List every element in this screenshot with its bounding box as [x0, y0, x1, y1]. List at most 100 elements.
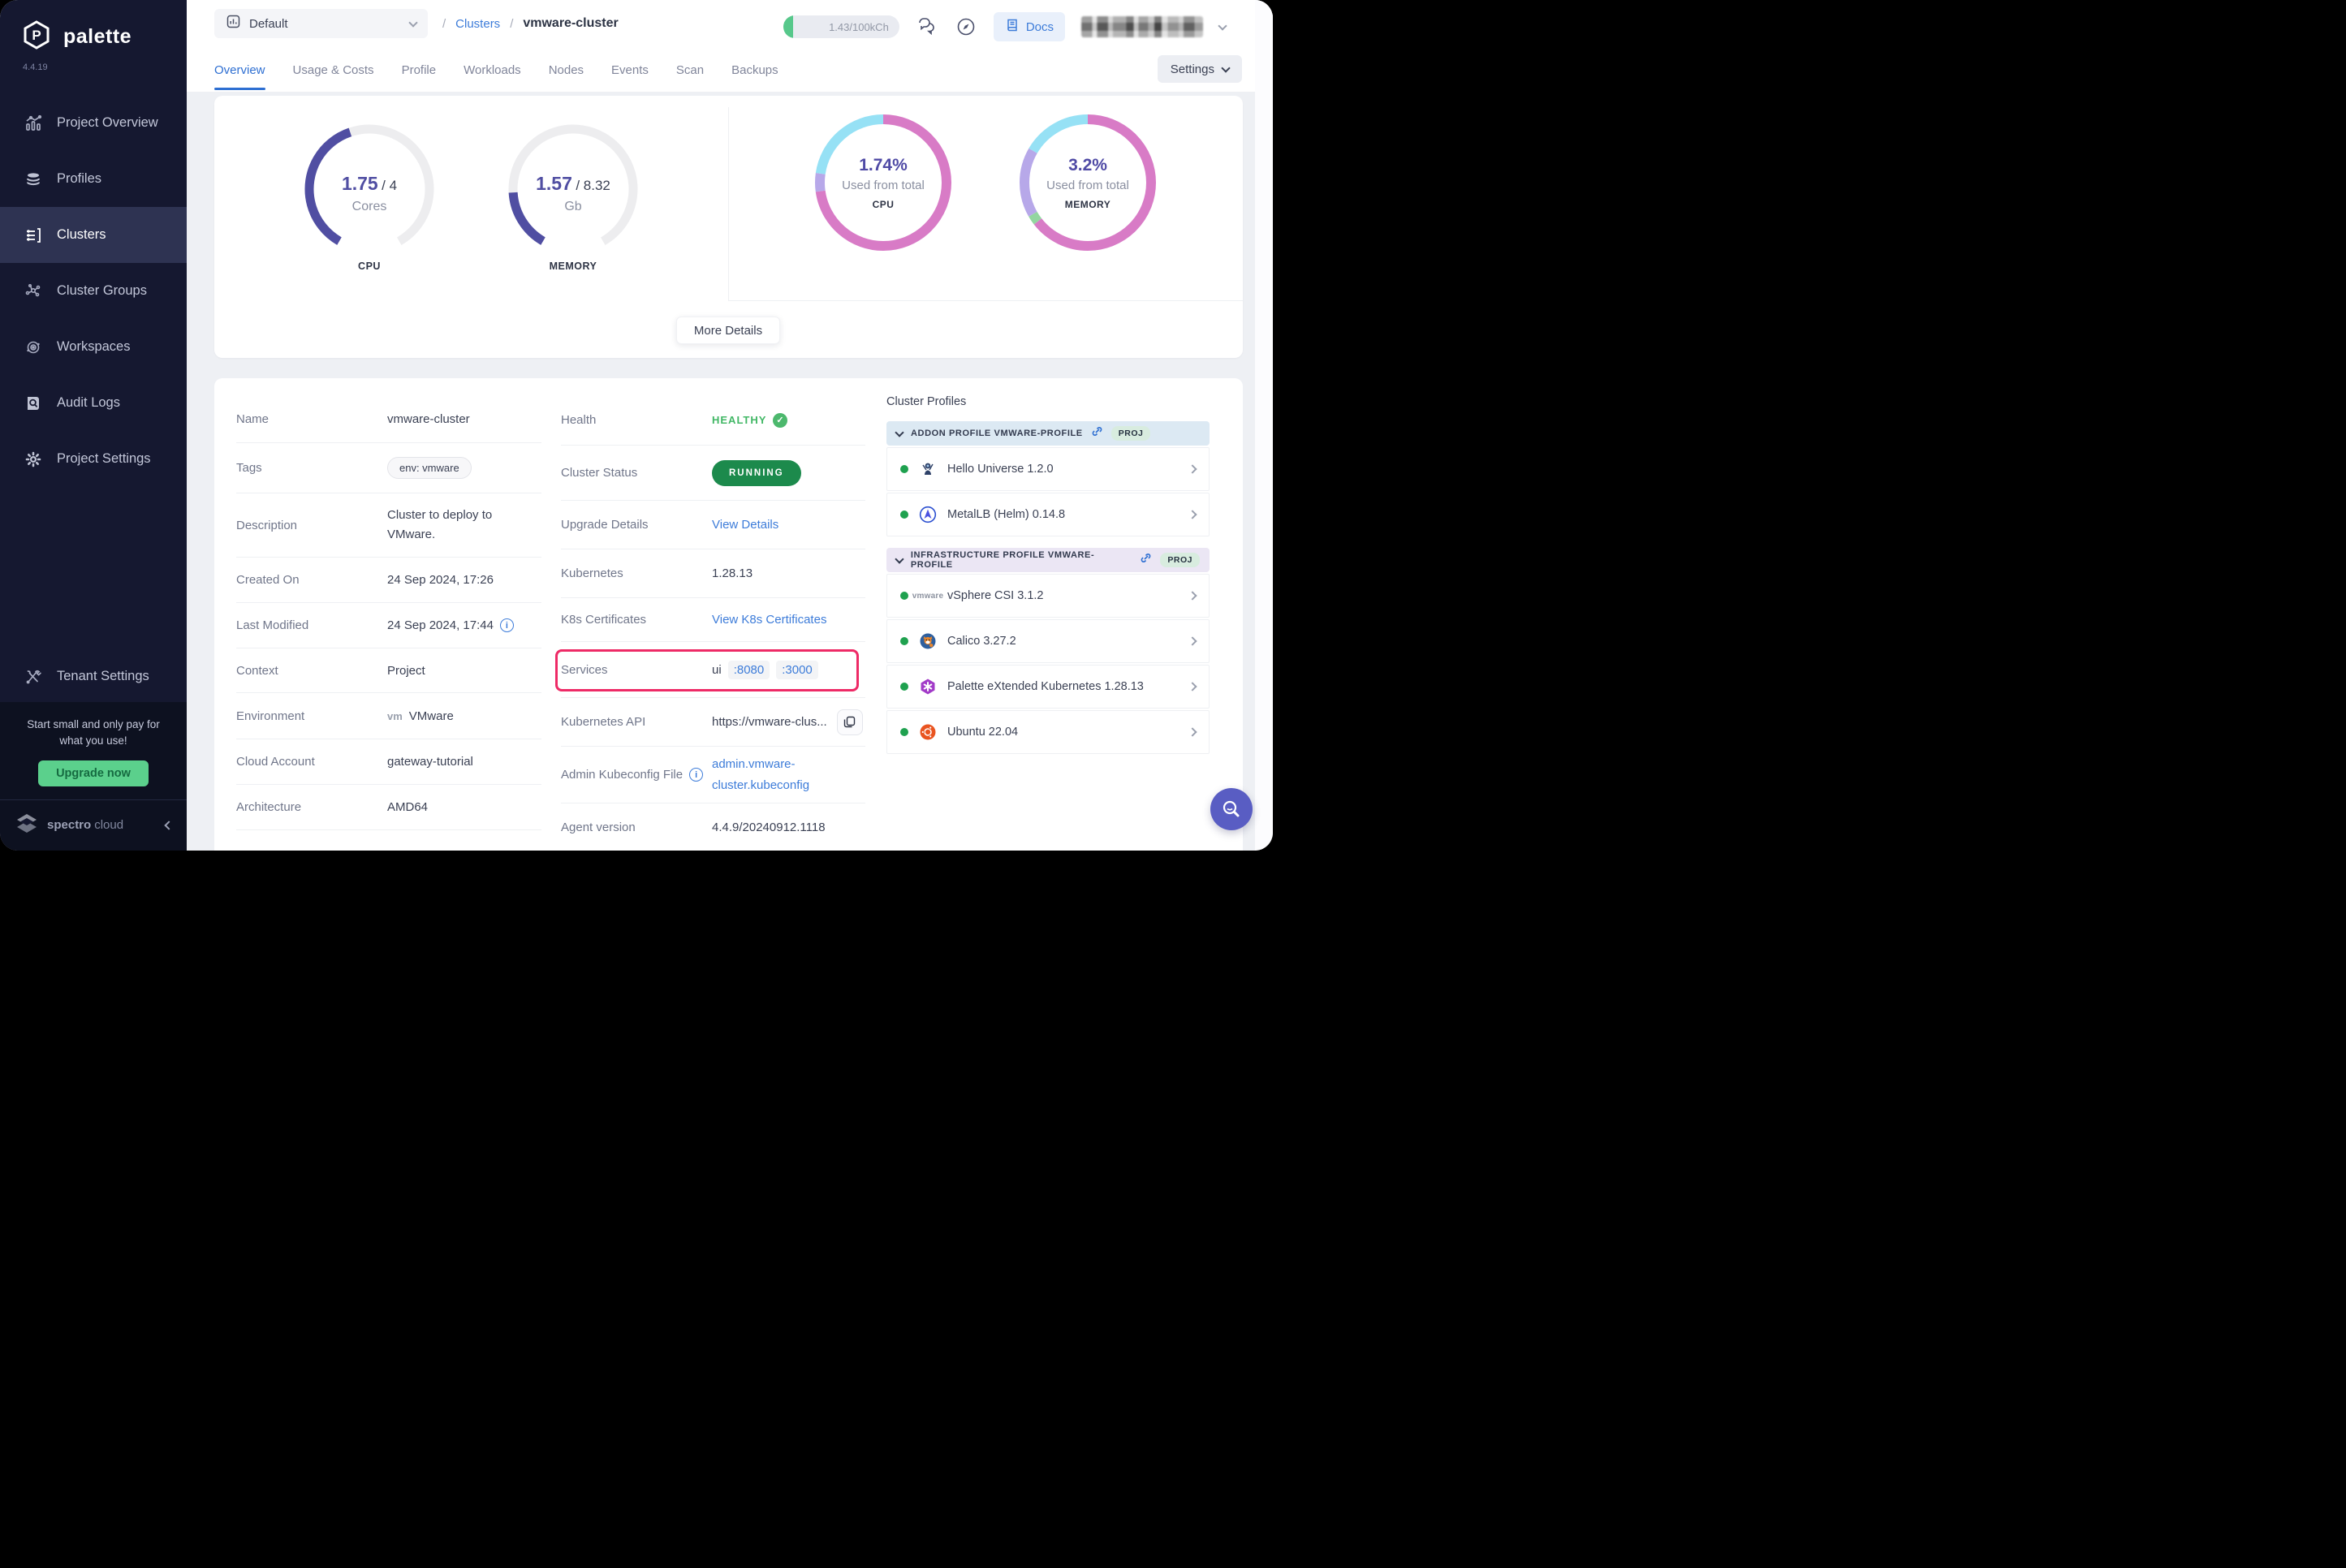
- addon-profile-header[interactable]: ADDON PROFILE VMWARE-PROFILE PROJ: [886, 421, 1210, 446]
- sidebar-item-project-overview[interactable]: Project Overview: [0, 95, 187, 151]
- detail-label: Cloud Account: [236, 755, 387, 769]
- kubernetes-api-value: https://vmware-clus...: [712, 715, 827, 729]
- spectro-cloud-logo: [15, 813, 39, 838]
- tab-profile[interactable]: Profile: [402, 49, 437, 91]
- service-port-8080-link[interactable]: :8080: [728, 661, 770, 679]
- sidebar-item-label: Project Settings: [57, 451, 151, 467]
- usage-meter-value: 1.43/100kCh: [829, 21, 889, 33]
- footer-brand: spectrocloud: [47, 818, 157, 833]
- cpu-unit: Cores: [296, 200, 442, 214]
- view-details-link[interactable]: View Details: [712, 518, 778, 532]
- detail-row-created-on: Created On 24 Sep 2024, 17:26: [236, 558, 541, 603]
- detail-label: Kubernetes API: [561, 715, 712, 729]
- more-details-button[interactable]: More Details: [676, 317, 780, 344]
- health-status-value: HEALTHY: [712, 414, 766, 426]
- detail-row-name: Name vmware-cluster: [236, 395, 541, 443]
- settings-button[interactable]: Settings: [1158, 55, 1242, 83]
- sidebar-item-workspaces[interactable]: Workspaces: [0, 319, 187, 375]
- collapse-sidebar-icon[interactable]: [164, 821, 173, 829]
- tab-scan[interactable]: Scan: [676, 49, 704, 91]
- detail-label: Context: [236, 664, 387, 678]
- sidebar-item-profiles[interactable]: Profiles: [0, 151, 187, 207]
- sidebar-item-project-settings[interactable]: Project Settings: [0, 431, 187, 487]
- sidebar-item-cluster-groups[interactable]: Cluster Groups: [0, 263, 187, 319]
- profile-layer-ubuntu[interactable]: Ubuntu 22.04: [886, 710, 1210, 754]
- architecture-value: AMD64: [387, 800, 541, 814]
- profile-layer-palette-extended-kubernetes[interactable]: Palette eXtended Kubernetes 1.28.13: [886, 665, 1210, 709]
- usage-meter[interactable]: 1.43/100kCh: [783, 15, 899, 38]
- calico-icon: [919, 632, 937, 650]
- profile-layer-name: Hello Universe 1.2.0: [947, 463, 1179, 476]
- app-window: P palette 4.4.19 Project Overview: [0, 0, 1273, 851]
- tab-events[interactable]: Events: [611, 49, 649, 91]
- chat-icon[interactable]: [916, 15, 938, 38]
- detail-label: Cluster Status: [561, 466, 712, 480]
- tab-nodes[interactable]: Nodes: [549, 49, 584, 91]
- kubeconfig-download-link[interactable]: admin.vmware-cluster.kubeconfig: [712, 754, 842, 795]
- profile-layer-vsphere-csi[interactable]: vmware vSphere CSI 3.1.2: [886, 574, 1210, 618]
- status-dot: [900, 728, 908, 736]
- detail-label: Description: [236, 519, 387, 532]
- docs-button[interactable]: Docs: [994, 12, 1065, 41]
- profile-layer-hello-universe[interactable]: Hello Universe 1.2.0: [886, 447, 1210, 491]
- copy-icon: [843, 716, 856, 728]
- description-value: Cluster to deploy to VMware.: [387, 506, 541, 545]
- sidebar-item-label: Audit Logs: [57, 395, 120, 411]
- help-search-fab[interactable]: [1210, 788, 1253, 830]
- project-selector[interactable]: Default: [214, 9, 428, 38]
- sidebar-item-tenant-settings[interactable]: Tenant Settings: [0, 652, 187, 702]
- cluster-profiles-title: Cluster Profiles: [886, 395, 1210, 408]
- ubuntu-icon: [919, 723, 937, 741]
- project-scope-icon: [226, 14, 241, 33]
- copy-button[interactable]: [837, 709, 863, 735]
- cpu-total-value: / 4: [382, 178, 397, 193]
- detail-label: Tags: [236, 461, 387, 475]
- tools-icon: [24, 668, 42, 686]
- environment-value: VMware: [409, 709, 454, 723]
- chevron-right-icon: [1188, 636, 1197, 645]
- tab-workloads[interactable]: Workloads: [464, 49, 521, 91]
- user-chevron-down-icon[interactable]: [1218, 21, 1227, 30]
- sidebar-footer: spectrocloud: [0, 799, 187, 851]
- tab-overview[interactable]: Overview: [214, 49, 265, 91]
- cpu-used-value: 1.75: [342, 173, 378, 194]
- profile-layer-metallb[interactable]: MetalLB (Helm) 0.14.8: [886, 493, 1210, 536]
- user-menu[interactable]: [1081, 16, 1203, 37]
- sidebar-nav: Project Overview Profiles: [0, 95, 187, 487]
- vmware-logo: vmware: [919, 587, 937, 605]
- status-badge: RUNNING: [712, 460, 801, 486]
- scrollbar-track[interactable]: [1255, 0, 1273, 851]
- tenant-settings-label: Tenant Settings: [57, 669, 149, 684]
- info-icon[interactable]: i: [689, 768, 703, 782]
- info-icon[interactable]: i: [500, 618, 514, 632]
- overview-panel: 1.75 / 4 Cores CPU 1.57 / 8.32 Gb MEMORY: [214, 96, 1243, 358]
- profile-layer-calico[interactable]: Calico 3.27.2: [886, 619, 1210, 663]
- detail-label: Agent version: [561, 821, 712, 834]
- upgrade-now-button[interactable]: Upgrade now: [38, 760, 149, 786]
- profile-layer-name: Palette eXtended Kubernetes 1.28.13: [947, 680, 1179, 693]
- sidebar-item-label: Project Overview: [57, 115, 158, 131]
- memory-percent-caption: Used from total: [1046, 179, 1129, 192]
- doc-search-icon: [24, 394, 42, 412]
- sidebar-item-audit-logs[interactable]: Audit Logs: [0, 375, 187, 431]
- detail-row-architecture: Architecture AMD64: [236, 785, 541, 830]
- usage-meter-fill: [783, 15, 793, 38]
- memory-percent-value: 3.2%: [1068, 156, 1107, 175]
- layers-icon: [24, 170, 42, 188]
- detail-row-agent-version: Agent version 4.4.9/20240912.1118: [561, 803, 865, 851]
- status-dot: [900, 592, 908, 600]
- tag-chip[interactable]: env: vmware: [387, 457, 472, 479]
- service-port-3000-link[interactable]: :3000: [776, 661, 818, 679]
- compass-icon[interactable]: [955, 15, 977, 38]
- tab-usage-costs[interactable]: Usage & Costs: [293, 49, 374, 91]
- sidebar-item-clusters[interactable]: Clusters: [0, 207, 187, 263]
- infrastructure-profile-header[interactable]: INFRASTRUCTURE PROFILE VMWARE-PROFILE PR…: [886, 548, 1210, 572]
- view-k8s-certificates-link[interactable]: View K8s Certificates: [712, 613, 826, 627]
- profile-layer-name: vSphere CSI 3.1.2: [947, 589, 1179, 602]
- svg-text:P: P: [32, 28, 41, 43]
- tab-backups[interactable]: Backups: [731, 49, 778, 91]
- scope-badge: PROJ: [1111, 426, 1151, 441]
- memory-gauge-label: MEMORY: [500, 261, 646, 272]
- status-dot: [900, 683, 908, 691]
- breadcrumb-clusters-link[interactable]: Clusters: [455, 17, 500, 31]
